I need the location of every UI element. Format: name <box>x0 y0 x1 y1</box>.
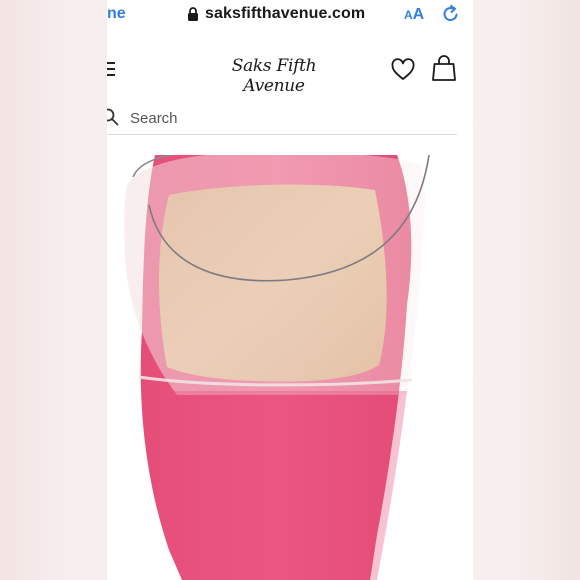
site-header: Saks Fifth Avenue <box>107 44 473 96</box>
search-icon <box>107 108 119 126</box>
text-size-button[interactable]: AA <box>404 6 424 24</box>
url-display[interactable]: saksfifthavenue.com <box>187 5 365 23</box>
product-image[interactable] <box>107 155 473 580</box>
heart-icon[interactable] <box>390 58 416 82</box>
reload-icon[interactable] <box>441 4 461 24</box>
url-text: saksfifthavenue.com <box>205 5 366 22</box>
lock-icon <box>188 6 198 21</box>
phone-screen: ne saksfifthavenue.com AA Saks Fifth Ave… <box>107 0 473 580</box>
search-placeholder: Search <box>130 110 178 127</box>
previous-tab-stub[interactable]: ne <box>107 5 126 23</box>
shopping-bag-icon[interactable] <box>430 54 458 82</box>
browser-address-bar[interactable]: ne saksfifthavenue.com AA <box>107 0 473 30</box>
text-size-small-label: A <box>404 8 413 22</box>
search-bar[interactable]: Search <box>107 100 457 135</box>
text-size-big-label: A <box>412 6 425 23</box>
saks-logo[interactable]: Saks Fifth Avenue <box>207 56 341 96</box>
menu-icon[interactable] <box>107 62 115 76</box>
